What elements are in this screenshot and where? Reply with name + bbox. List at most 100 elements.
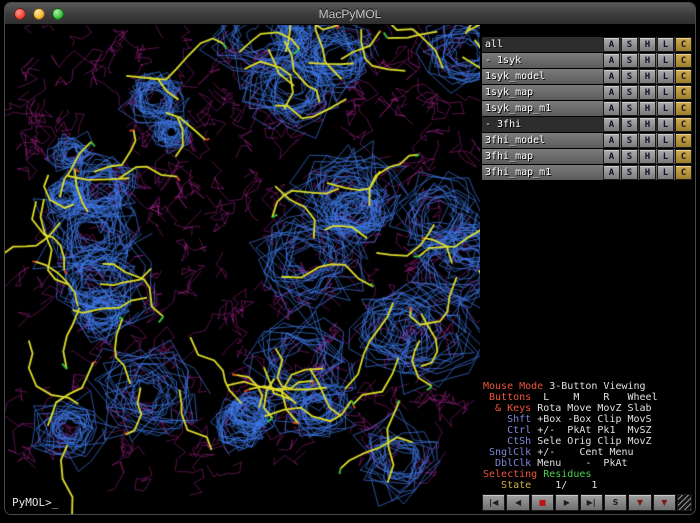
scene-next-button[interactable]: ▼: [653, 494, 676, 511]
control-panel: allASHLC- 1sykASHLC1syk_modelASHLC1syk_m…: [480, 25, 695, 514]
object-c-menu-button[interactable]: C: [675, 53, 692, 68]
object-c-menu-button[interactable]: C: [675, 85, 692, 100]
mouse-panel-line-0[interactable]: Mouse Mode 3-Button Viewing: [483, 381, 692, 392]
zoom-button[interactable]: [52, 8, 64, 20]
object-h-menu-button[interactable]: H: [639, 117, 656, 132]
object-a-menu-button[interactable]: A: [603, 85, 620, 100]
mouse-panel-text: Mouse Mode: [483, 381, 543, 392]
object-s-menu-button[interactable]: S: [621, 117, 638, 132]
object-h-menu-button[interactable]: H: [639, 53, 656, 68]
object-l-menu-button[interactable]: L: [657, 69, 674, 84]
object-s-menu-button[interactable]: S: [621, 133, 638, 148]
object-a-menu-button[interactable]: A: [603, 37, 620, 52]
movie-last-button[interactable]: ▶|: [580, 494, 603, 511]
command-prompt[interactable]: PyMOL>_: [12, 496, 58, 509]
movie-prev-button[interactable]: ◀: [506, 494, 529, 511]
object-s-menu-button[interactable]: S: [621, 165, 638, 180]
object-a-menu-button[interactable]: A: [603, 133, 620, 148]
object-s-menu-button[interactable]: S: [621, 101, 638, 116]
object-name[interactable]: 1syk_model: [485, 71, 545, 82]
object-h-menu-button[interactable]: H: [639, 85, 656, 100]
object-h-menu-button[interactable]: H: [639, 101, 656, 116]
mouse-panel-line-5: CtSh Sele Orig Clip MovZ: [483, 436, 692, 447]
mouse-panel-line-8[interactable]: Selecting Residues: [483, 469, 692, 480]
object-s-menu-button[interactable]: S: [621, 69, 638, 84]
traffic-lights: [14, 8, 64, 20]
scene-prev-button[interactable]: ▼: [628, 494, 651, 511]
molecule-render-canvas[interactable]: [5, 25, 480, 514]
mouse-panel-text: L M R Wheel: [531, 392, 657, 403]
object-name[interactable]: 3fhi_map: [485, 151, 533, 162]
object-row-3fhi-map[interactable]: 3fhi_map ASHLC: [482, 149, 692, 164]
object-a-menu-button[interactable]: A: [603, 53, 620, 68]
object-a-menu-button[interactable]: A: [603, 69, 620, 84]
object-l-menu-button[interactable]: L: [657, 53, 674, 68]
object-h-menu-button[interactable]: H: [639, 69, 656, 84]
mouse-panel-text: Rota Move MovZ Slab: [531, 403, 651, 414]
object-h-menu-button[interactable]: H: [639, 149, 656, 164]
movie-stop-button[interactable]: ■: [531, 494, 554, 511]
object-c-menu-button[interactable]: C: [675, 37, 692, 52]
viewport-3d[interactable]: PyMOL>_: [5, 25, 480, 514]
object-list: allASHLC- 1sykASHLC1syk_modelASHLC1syk_m…: [482, 37, 692, 180]
object-a-menu-button[interactable]: A: [603, 101, 620, 116]
mouse-panel-text: DblClk: [483, 458, 531, 469]
object-c-menu-button[interactable]: C: [675, 69, 692, 84]
object-s-menu-button[interactable]: S: [621, 53, 638, 68]
object-action-buttons: ASHLC: [603, 85, 692, 100]
object-name[interactable]: all: [485, 39, 503, 50]
movie-first-button[interactable]: |◀: [482, 494, 505, 511]
object-name[interactable]: - 1syk: [485, 55, 521, 66]
object-row-3fhi[interactable]: - 3fhi ASHLC: [482, 117, 692, 132]
object-row-3fhi-map-m1[interactable]: 3fhi_map_m1 ASHLC: [482, 165, 692, 180]
object-s-menu-button[interactable]: S: [621, 85, 638, 100]
object-l-menu-button[interactable]: L: [657, 165, 674, 180]
object-s-menu-button[interactable]: S: [621, 37, 638, 52]
object-l-menu-button[interactable]: L: [657, 133, 674, 148]
title-bar[interactable]: MacPyMOL: [5, 3, 695, 25]
object-c-menu-button[interactable]: C: [675, 165, 692, 180]
object-c-menu-button[interactable]: C: [675, 149, 692, 164]
mouse-panel-text: Ctrl: [483, 425, 531, 436]
mouse-panel-text: +/- Cent Menu: [531, 447, 633, 458]
object-h-menu-button[interactable]: H: [639, 37, 656, 52]
object-row-1syk-map[interactable]: 1syk_map ASHLC: [482, 85, 692, 100]
object-row-3fhi-model[interactable]: 3fhi_model ASHLC: [482, 133, 692, 148]
mouse-panel-line-9[interactable]: State 1/ 1: [483, 480, 692, 491]
object-l-menu-button[interactable]: L: [657, 37, 674, 52]
object-name[interactable]: - 3fhi: [485, 119, 521, 130]
mouse-panel-text: +Box -Box Clip MovS: [531, 414, 651, 425]
movie-controls: |◀◀■▶▶|S▼▼: [482, 494, 692, 511]
object-action-buttons: ASHLC: [603, 53, 692, 68]
object-c-menu-button[interactable]: C: [675, 117, 692, 132]
object-a-menu-button[interactable]: A: [603, 149, 620, 164]
object-l-menu-button[interactable]: L: [657, 85, 674, 100]
object-l-menu-button[interactable]: L: [657, 149, 674, 164]
movie-play-button[interactable]: ▶: [555, 494, 578, 511]
object-a-menu-button[interactable]: A: [603, 117, 620, 132]
object-row-1syk-map-m1[interactable]: 1syk_map_m1 ASHLC: [482, 101, 692, 116]
object-l-menu-button[interactable]: L: [657, 101, 674, 116]
mouse-panel-line-3: Shft +Box -Box Clip MovS: [483, 414, 692, 425]
object-l-menu-button[interactable]: L: [657, 117, 674, 132]
object-h-menu-button[interactable]: H: [639, 133, 656, 148]
resize-grip[interactable]: [677, 494, 692, 511]
object-c-menu-button[interactable]: C: [675, 101, 692, 116]
object-s-menu-button[interactable]: S: [621, 149, 638, 164]
window-title: MacPyMOL: [319, 7, 382, 21]
scene-s-button[interactable]: S: [604, 494, 627, 511]
minimize-button[interactable]: [33, 8, 45, 20]
object-c-menu-button[interactable]: C: [675, 133, 692, 148]
object-name[interactable]: 1syk_map_m1: [485, 103, 551, 114]
object-name[interactable]: 3fhi_model: [485, 135, 545, 146]
object-row-1syk[interactable]: - 1syk ASHLC: [482, 53, 692, 68]
close-button[interactable]: [14, 8, 26, 20]
object-h-menu-button[interactable]: H: [639, 165, 656, 180]
object-action-buttons: ASHLC: [603, 117, 692, 132]
object-row-all[interactable]: all ASHLC: [482, 37, 692, 52]
object-name[interactable]: 3fhi_map_m1: [485, 167, 551, 178]
object-row-1syk-model[interactable]: 1syk_model ASHLC: [482, 69, 692, 84]
mouse-panel-text: State: [483, 480, 531, 491]
object-name[interactable]: 1syk_map: [485, 87, 533, 98]
object-a-menu-button[interactable]: A: [603, 165, 620, 180]
